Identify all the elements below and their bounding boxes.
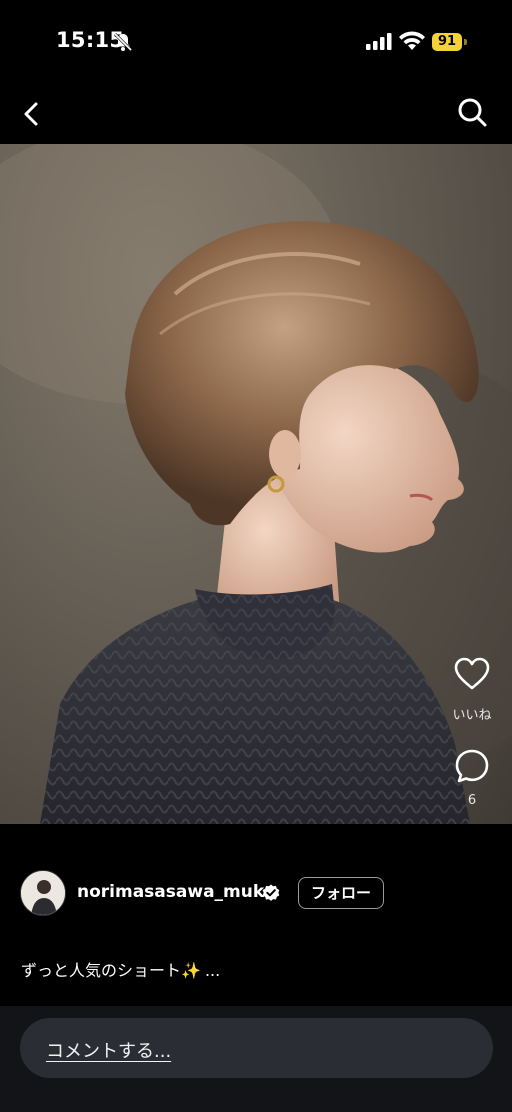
comment-bar: コメントする... [0, 1006, 512, 1112]
post-info: norimasasawa_muku フォロー ずっと人気のショート✨... [0, 824, 512, 1006]
avatar[interactable] [20, 870, 66, 916]
wifi-icon [399, 31, 425, 50]
avatar-person-icon [21, 871, 65, 915]
comment-count: 6 [467, 793, 477, 808]
battery-level: 91 [432, 33, 462, 51]
status-bar: 15:15 91 [0, 0, 512, 84]
username[interactable]: norimasasawa_muku [77, 882, 276, 902]
heart-icon [454, 657, 490, 690]
comment-button[interactable] [450, 744, 494, 788]
post-caption[interactable]: ずっと人気のショート✨... [21, 957, 220, 981]
battery-tip [464, 39, 467, 45]
hairstyle-photo-illustration [0, 144, 512, 824]
search-icon[interactable] [454, 94, 490, 130]
top-nav [0, 84, 512, 144]
like-label: いいね [452, 708, 492, 723]
like-button[interactable] [450, 652, 494, 696]
caption-more[interactable]: ... [205, 961, 220, 980]
battery-indicator: 91 [432, 33, 468, 51]
post-photo[interactable] [0, 144, 512, 824]
follow-button[interactable]: フォロー [298, 877, 384, 909]
bell-muted-icon [113, 32, 133, 52]
cellular-signal-icon [366, 33, 392, 50]
verified-badge-icon [262, 884, 280, 901]
chevron-left-icon[interactable] [14, 96, 50, 132]
comment-bubble-icon [455, 749, 489, 783]
caption-text: ずっと人気のショート✨ [21, 961, 201, 980]
comment-placeholder: コメントする... [46, 1041, 172, 1062]
comment-input[interactable]: コメントする... [20, 1018, 493, 1078]
